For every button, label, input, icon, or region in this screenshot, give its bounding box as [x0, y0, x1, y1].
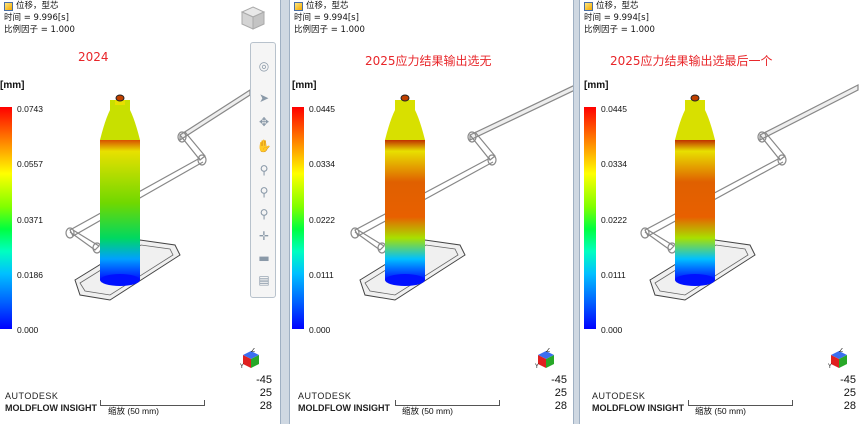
- legend-tick: 0.0334: [601, 159, 627, 169]
- legend-tick: 0.0445: [309, 104, 335, 114]
- result-time: 时间 = 9.994[s]: [294, 13, 359, 23]
- part-model[interactable]: [55, 80, 280, 310]
- pane-splitter[interactable]: [573, 0, 580, 424]
- center-icon[interactable]: ✛: [255, 227, 273, 245]
- legend-tick: 0.000: [17, 325, 39, 335]
- view-rotation-coords: -45 25 28: [840, 374, 856, 412]
- autodesk-logo: AUTODESK: [5, 391, 59, 401]
- scale-label: 缩放 (50 mm): [695, 406, 747, 416]
- results-icon[interactable]: ▤: [255, 271, 273, 289]
- result-time: 时间 = 9.996[s]: [4, 13, 69, 23]
- part-model[interactable]: [350, 80, 573, 310]
- svg-text:Z: Z: [839, 348, 843, 354]
- legend-color-bar: [0, 107, 12, 329]
- legend-tick: 0.0371: [17, 215, 43, 225]
- result-scale-factor: 比例因子 = 1.000: [584, 25, 655, 35]
- navigation-toolbar: ◎ ➤ ✥ ✋ ⚲ ⚲ ⚲ ✛ ▬ ▤: [250, 42, 276, 298]
- view-rotation-coords: -45 25 28: [256, 374, 272, 412]
- panel-title: 2025应力结果输出选无: [365, 54, 492, 68]
- svg-text:Z: Z: [546, 348, 550, 354]
- moldflow-logo: MOLDFLOW INSIGHT: [5, 403, 97, 413]
- svg-text:Z: Z: [251, 348, 255, 354]
- part-model[interactable]: [640, 80, 859, 310]
- result-header: 位移，型芯 时间 = 9.994[s] 比例因子 = 1.000: [294, 0, 365, 36]
- viewport-panel-2025-none[interactable]: 位移，型芯 时间 = 9.994[s] 比例因子 = 1.000 2025应力结…: [290, 0, 573, 424]
- svg-text:Y: Y: [535, 363, 539, 370]
- axis-triad-icon: ZY: [828, 348, 847, 370]
- legend-tick: 0.000: [601, 325, 623, 335]
- viewport-panel-2024[interactable]: 位移，型芯 时间 = 9.996[s] 比例因子 = 1.000 2024 [m…: [0, 0, 280, 424]
- zoom-window-icon[interactable]: ⚲: [255, 205, 273, 223]
- autodesk-logo: AUTODESK: [592, 391, 646, 401]
- legend-color-bar: [584, 107, 596, 329]
- result-time: 时间 = 9.994[s]: [584, 13, 649, 23]
- result-name: 位移，型芯: [596, 1, 639, 11]
- pan-icon[interactable]: ✥: [255, 113, 273, 131]
- legend-unit: [mm]: [292, 80, 317, 91]
- legend-tick: 0.0743: [17, 104, 43, 114]
- hand-icon[interactable]: ✋: [255, 137, 273, 155]
- viewport-panel-2025-last[interactable]: 位移，型芯 时间 = 9.994[s] 比例因子 = 1.000 2025应力结…: [580, 0, 859, 424]
- core-cylinder: [385, 94, 425, 286]
- result-icon: [584, 1, 593, 11]
- pane-splitter[interactable]: [280, 0, 290, 424]
- result-header: 位移，型芯 时间 = 9.994[s] 比例因子 = 1.000: [584, 0, 655, 36]
- orbit-icon[interactable]: ◎: [255, 57, 273, 75]
- zoom-icon[interactable]: ⚲: [255, 161, 273, 179]
- result-name: 位移，型芯: [306, 1, 349, 11]
- autodesk-logo: AUTODESK: [298, 391, 352, 401]
- panel-title: 2025应力结果输出选最后一个: [610, 54, 773, 68]
- legend-tick: 0.0111: [309, 270, 334, 280]
- select-arrow-icon[interactable]: ➤: [255, 89, 273, 107]
- result-scale-factor: 比例因子 = 1.000: [294, 25, 365, 35]
- core-cylinder: [100, 94, 140, 286]
- legend-unit: [mm]: [0, 80, 25, 91]
- legend-tick: 0.0334: [309, 159, 335, 169]
- runner-system: [350, 85, 573, 254]
- axis-triad-icon: ZY: [240, 348, 259, 370]
- legend-tick: 0.0222: [601, 215, 627, 225]
- result-icon: [4, 1, 13, 11]
- legend-tick: 0.0222: [309, 215, 335, 225]
- view-cube-icon[interactable]: [240, 5, 266, 31]
- scale-label: 缩放 (50 mm): [402, 406, 454, 416]
- svg-text:Y: Y: [828, 363, 832, 370]
- core-cylinder: [675, 94, 715, 286]
- svg-text:Y: Y: [240, 363, 244, 370]
- result-name: 位移，型芯: [16, 1, 59, 11]
- runner-system: [65, 88, 251, 254]
- view-rotation-coords: -45 25 28: [551, 374, 567, 412]
- legend-unit: [mm]: [584, 80, 609, 91]
- legend-tick: 0.0186: [17, 270, 43, 280]
- legend-tick: 0.0557: [17, 159, 43, 169]
- legend-color-bar: [292, 107, 304, 329]
- legend-tick: 0.0445: [601, 104, 627, 114]
- result-icon: [294, 1, 303, 11]
- measure-icon[interactable]: ▬: [255, 249, 273, 267]
- axis-triad-icon: ZY: [535, 348, 554, 370]
- moldflow-logo: MOLDFLOW INSIGHT: [298, 403, 390, 413]
- zoom-fit-icon[interactable]: ⚲: [255, 183, 273, 201]
- runner-system: [640, 84, 859, 254]
- result-scale-factor: 比例因子 = 1.000: [4, 25, 75, 35]
- result-header: 位移，型芯 时间 = 9.996[s] 比例因子 = 1.000: [4, 0, 75, 36]
- panel-title: 2024: [78, 50, 109, 64]
- moldflow-logo: MOLDFLOW INSIGHT: [592, 403, 684, 413]
- legend-tick: 0.000: [309, 325, 331, 335]
- legend-tick: 0.0111: [601, 270, 626, 280]
- scale-label: 缩放 (50 mm): [108, 406, 160, 416]
